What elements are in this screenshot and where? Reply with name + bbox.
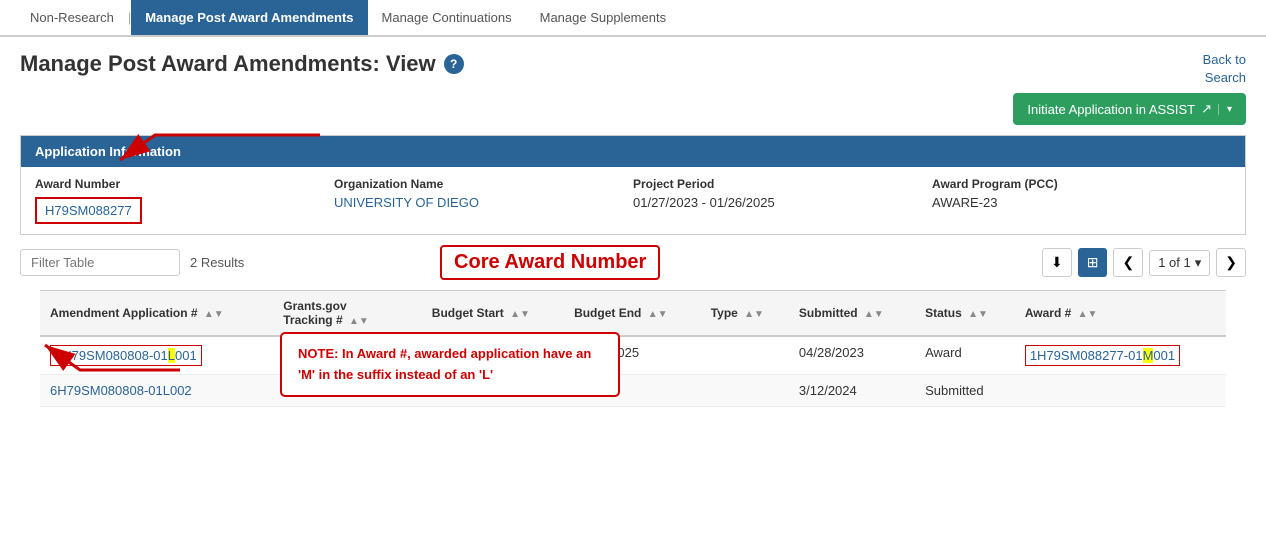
award-number-col: Award Number H79SM088277 [35,177,334,224]
col-amendment-app: Amendment Application # ▲▼ [40,291,273,337]
table-row: 1H79SM080808-01L001 GRANT13131313 01/27/… [40,336,1226,375]
award-num-row1: 1H79SM088277-01M001 [1015,336,1226,375]
sort-icon-tracking[interactable]: ▲▼ [349,316,369,327]
project-period-col: Project Period 01/27/2023 - 01/26/2025 [633,177,932,224]
search-label: Search [1205,70,1246,85]
core-award-number-annotation: Core Award Number [440,245,660,280]
award-num-row2 [1015,375,1226,407]
table-right-controls: ⬇ ⊞ ❮ 1 of 1 ▾ ❯ [1042,248,1246,277]
dropdown-arrow-icon[interactable]: ▾ [1218,104,1232,115]
filter-input[interactable] [20,249,180,276]
app-info-panel: Application Information Award Number H79… [20,135,1246,235]
page-dropdown-icon[interactable]: ▾ [1195,255,1202,271]
col-tracking: Grants.govTracking # ▲▼ [273,291,422,337]
sort-icon-budget-start[interactable]: ▲▼ [510,309,530,320]
highlight-m-row1: M [1143,348,1154,363]
page-info: 1 of 1 ▾ [1149,250,1210,276]
project-period-value: 01/27/2023 - 01/26/2025 [633,195,912,210]
col-budget-end: Budget End ▲▼ [564,291,701,337]
status-row1: Award [915,336,1015,375]
page-label: 1 of 1 [1158,255,1191,270]
table-header-row: Amendment Application # ▲▼ Grants.govTra… [40,291,1226,337]
sort-icon-award[interactable]: ▲▼ [1078,309,1098,320]
header-right: Back to Search Initiate Application in A… [1013,51,1246,125]
submitted-row1: 04/28/2023 [789,336,915,375]
page-header: Manage Post Award Amendments: View ? Bac… [0,37,1266,135]
app-info-body: Award Number H79SM088277 Organization Na… [21,167,1245,234]
sort-icon-amendment[interactable]: ▲▼ [204,309,224,320]
amendment-app-link-row1[interactable]: 1H79SM080808-01L001 [50,345,202,366]
back-to-label: Back to [1203,52,1246,67]
sort-icon-status[interactable]: ▲▼ [968,309,988,320]
table-row: 6H79SM080808-01L002 GRANT09090909 01/27/… [40,375,1226,407]
sort-icon-budget-end[interactable]: ▲▼ [648,309,668,320]
award-number-label: Award Number [35,177,314,191]
sort-icon-submitted[interactable]: ▲▼ [864,309,884,320]
org-name-label: Organization Name [334,177,613,191]
annotation-text: Core Award Number [454,251,646,273]
sort-icon-type[interactable]: ▲▼ [744,309,764,320]
award-number-value: H79SM088277 [35,197,142,224]
page-title: Manage Post Award Amendments: View ? [20,51,464,77]
highlight-l-row1: L [168,348,175,363]
app-info-header: Application Information [21,136,1245,167]
note-text: NOTE: In Award #, awarded application ha… [298,344,602,386]
status-row2: Submitted [915,375,1015,407]
back-to-search-link[interactable]: Back to Search [1203,51,1246,87]
org-name-value[interactable]: UNIVERSITY OF DIEGO [334,195,613,210]
initiate-btn-label: Initiate Application in ASSIST [1027,102,1195,117]
grid-view-btn[interactable]: ⊞ [1078,248,1108,277]
initiate-btn[interactable]: Initiate Application in ASSIST ↗ ▾ [1013,93,1246,125]
col-status: Status ▲▼ [915,291,1015,337]
nav-non-research[interactable]: Non-Research [16,0,128,35]
nav-manage-continuations[interactable]: Manage Continuations [368,0,526,35]
nav-manage-supplements[interactable]: Manage Supplements [526,0,680,35]
org-name-col: Organization Name UNIVERSITY OF DIEGO [334,177,633,224]
nav-manage-amendments[interactable]: Manage Post Award Amendments [131,0,367,35]
col-award-num: Award # ▲▼ [1015,291,1226,337]
help-icon[interactable]: ? [444,54,464,74]
amendment-app-row1: 1H79SM080808-01L001 [40,336,273,375]
col-budget-start: Budget Start ▲▼ [422,291,564,337]
table-wrapper: Amendment Application # ▲▼ Grants.govTra… [0,290,1266,407]
col-submitted: Submitted ▲▼ [789,291,915,337]
note-box: NOTE: In Award #, awarded application ha… [280,332,620,398]
type-row1 [701,336,789,375]
top-nav: Non-Research | Manage Post Award Amendme… [0,0,1266,37]
submitted-row2: 3/12/2024 [789,375,915,407]
award-program-col: Award Program (PCC) AWARE-23 [932,177,1231,224]
amendment-app-link-row2[interactable]: 6H79SM080808-01L002 [50,383,192,398]
next-page-btn[interactable]: ❯ [1216,248,1246,277]
external-link-icon: ↗ [1201,101,1212,117]
project-period-label: Project Period [633,177,912,191]
col-type: Type ▲▼ [701,291,789,337]
amendment-app-row2: 6H79SM080808-01L002 [40,375,273,407]
award-program-value: AWARE-23 [932,195,1211,210]
table-controls: 2 Results Core Award Number ⬇ ⊞ ❮ 1 of 1… [0,235,1266,290]
award-program-label: Award Program (PCC) [932,177,1211,191]
type-row2 [701,375,789,407]
results-count: 2 Results [190,255,244,270]
award-num-link-row1[interactable]: 1H79SM088277-01M001 [1025,345,1180,366]
download-btn[interactable]: ⬇ [1042,248,1072,277]
prev-page-btn[interactable]: ❮ [1113,248,1143,277]
page-title-text: Manage Post Award Amendments: View [20,51,436,77]
amendments-table: Amendment Application # ▲▼ Grants.govTra… [40,290,1226,407]
